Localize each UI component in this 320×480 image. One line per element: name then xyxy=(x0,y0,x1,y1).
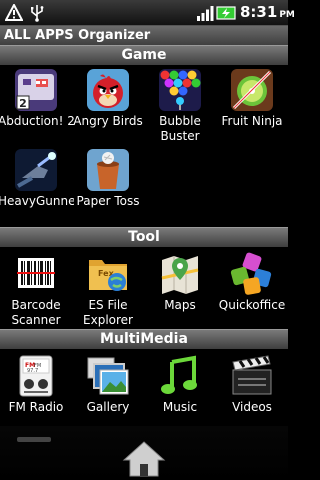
app-label: Paper Toss xyxy=(76,194,140,208)
clock-ampm: PM xyxy=(279,10,295,20)
heavygunner-icon xyxy=(15,149,57,191)
app-label: Angry Birds xyxy=(73,114,143,128)
fruit-ninja-icon xyxy=(231,69,273,111)
drawer-handle[interactable] xyxy=(17,437,51,442)
app-barcode-scanner[interactable]: Barcode Scanner xyxy=(0,252,72,332)
section-header-tool[interactable]: Tool xyxy=(0,227,288,247)
gallery-icon xyxy=(87,357,129,395)
videos-icon xyxy=(232,355,272,395)
usb-icon xyxy=(31,5,44,22)
app-label: HeavyGunner xyxy=(0,194,74,208)
app-angry-birds[interactable]: Angry Birds xyxy=(72,68,144,148)
app-fruit-ninja[interactable]: Fruit Ninja xyxy=(216,68,288,148)
app-label: Bubble Buster xyxy=(159,114,201,143)
app-label: Maps xyxy=(164,298,196,312)
fm-radio-frequency-text: 97.7 xyxy=(27,368,38,374)
fm-radio-icon: FM FM 97.7 xyxy=(19,355,53,397)
clock-time: 8:31 xyxy=(240,3,278,21)
app-label: Quickoffice xyxy=(218,298,286,312)
es-file-explorer-icon: Fex xyxy=(89,260,127,291)
status-bar: 8:31 PM xyxy=(0,0,295,26)
paper-toss-icon xyxy=(87,149,129,191)
app-es-file-explorer[interactable]: Fex ES File Explorer xyxy=(72,252,144,332)
home-icon[interactable] xyxy=(122,440,166,478)
section-header-multimedia[interactable]: MultiMedia xyxy=(0,329,288,349)
bubble-buster-icon xyxy=(159,69,201,111)
quickoffice-icon xyxy=(230,252,272,295)
app-label: Videos xyxy=(232,400,272,414)
app-title: ALL APPS Organizer xyxy=(0,26,288,46)
app-label: ES File Explorer xyxy=(83,298,133,327)
app-label: Fruit Ninja xyxy=(221,114,283,128)
angry-birds-icon xyxy=(87,69,129,111)
app-label: Music xyxy=(162,400,198,414)
app-label: Barcode Scanner xyxy=(11,298,61,327)
warning-icon xyxy=(5,4,23,21)
app-abduction-2[interactable]: 2 Abduction! 2 xyxy=(0,68,74,148)
barcode-scanner-icon xyxy=(17,258,55,288)
status-clock: 8:31 PM xyxy=(240,3,295,21)
app-maps[interactable]: Maps xyxy=(144,252,216,332)
app-label: Abduction! 2 xyxy=(0,114,74,128)
app-label: FM Radio xyxy=(8,400,64,414)
app-fm-radio[interactable]: FM FM 97.7 FM Radio xyxy=(0,354,72,434)
section-header-game[interactable]: Game xyxy=(0,45,288,65)
app-gallery[interactable]: Gallery xyxy=(72,354,144,434)
battery-charging-icon xyxy=(216,6,236,20)
app-heavygunner[interactable]: HeavyGunner xyxy=(0,148,74,228)
signal-strength-icon xyxy=(197,6,214,21)
svg-text:2: 2 xyxy=(19,97,27,110)
music-icon xyxy=(161,355,197,394)
app-music[interactable]: Music xyxy=(144,354,216,434)
maps-icon xyxy=(161,256,199,294)
app-videos[interactable]: Videos xyxy=(216,354,288,434)
app-label: Gallery xyxy=(86,400,130,414)
app-bubble-buster[interactable]: Bubble Buster xyxy=(144,68,216,148)
abduction-icon: 2 xyxy=(15,69,57,111)
app-paper-toss[interactable]: Paper Toss xyxy=(72,148,144,228)
app-quickoffice[interactable]: Quickoffice xyxy=(216,252,288,332)
